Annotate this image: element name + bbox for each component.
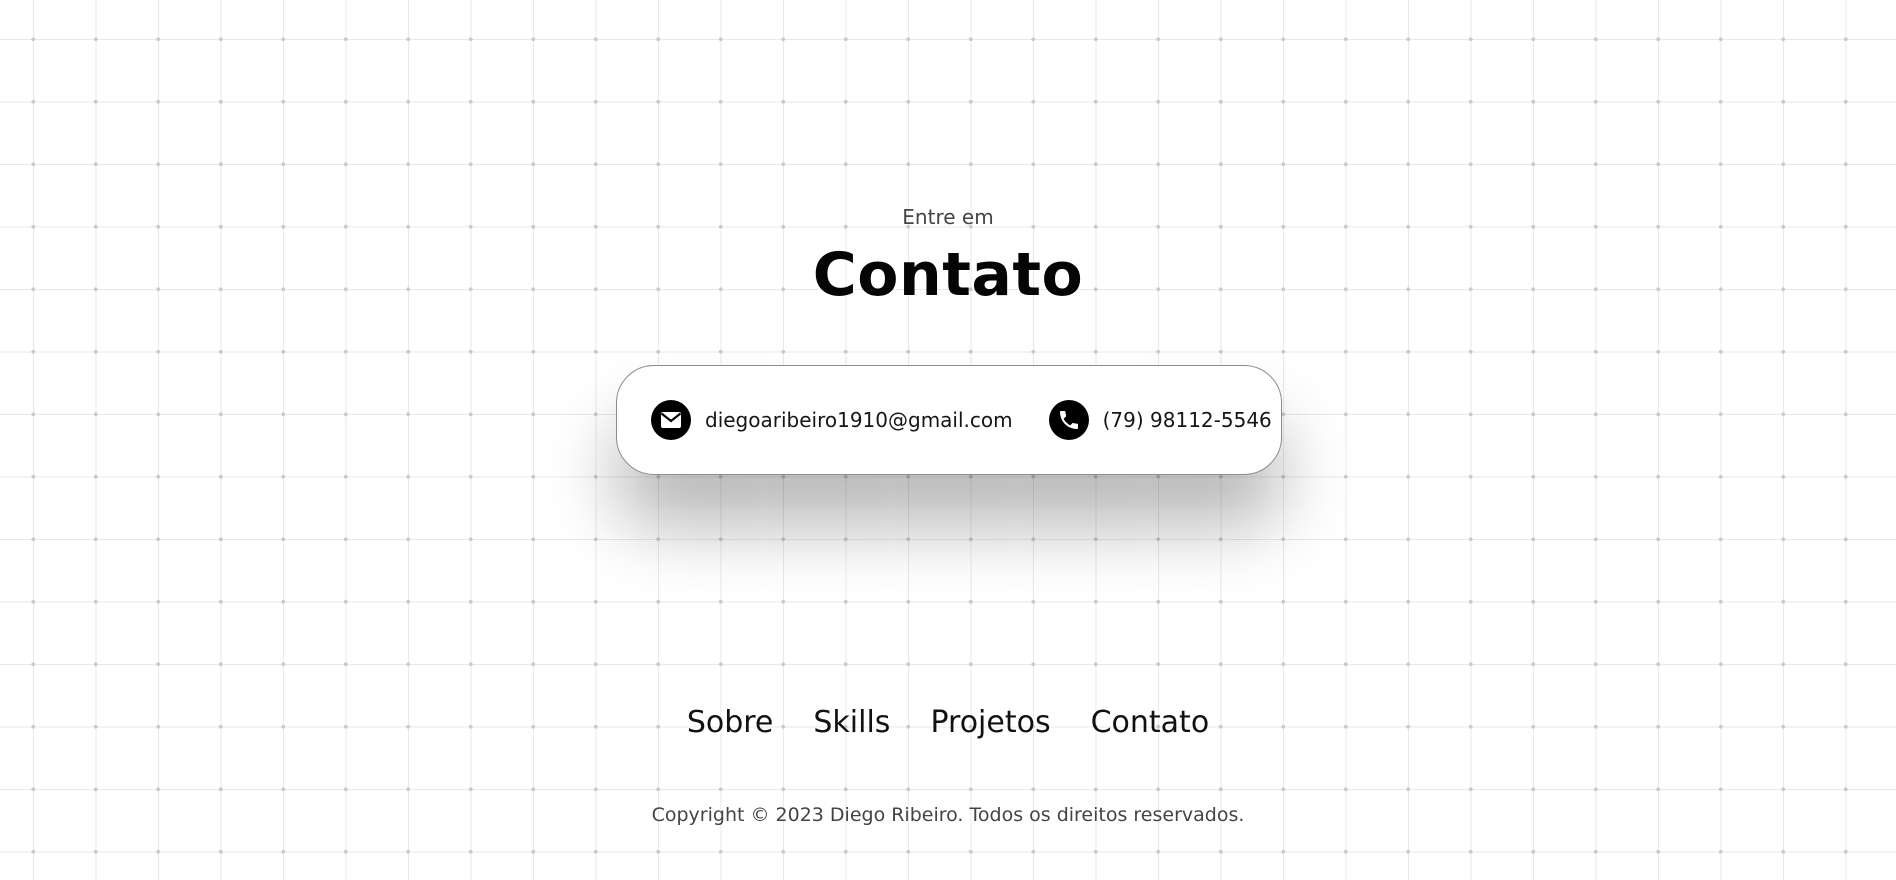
copyright-text: Copyright © 2023 Diego Ribeiro. Todos os…: [651, 804, 1245, 826]
footer-nav: Sobre Skills Projetos Contato: [0, 705, 1896, 740]
section-subtitle: Entre em: [902, 205, 994, 229]
page-title: Contato: [812, 240, 1084, 310]
footer-link-sobre[interactable]: Sobre: [687, 705, 774, 740]
footer-link-contato[interactable]: Contato: [1091, 705, 1210, 740]
footer-link-projetos[interactable]: Projetos: [930, 705, 1050, 740]
email-contact[interactable]: diegoaribeiro1910@gmail.com: [651, 400, 1013, 440]
contact-card: diegoaribeiro1910@gmail.com (79) 98112-5…: [616, 365, 1282, 475]
email-text[interactable]: diegoaribeiro1910@gmail.com: [705, 408, 1013, 432]
footer-link-skills[interactable]: Skills: [813, 705, 890, 740]
phone-text[interactable]: (79) 98112-5546: [1103, 408, 1272, 432]
contact-section: Entre em Contato diegoaribeiro1910@gmail…: [0, 0, 1896, 880]
phone-icon: [1048, 400, 1089, 440]
phone-contact[interactable]: (79) 98112-5546: [1048, 400, 1272, 440]
mail-icon: [651, 400, 691, 440]
